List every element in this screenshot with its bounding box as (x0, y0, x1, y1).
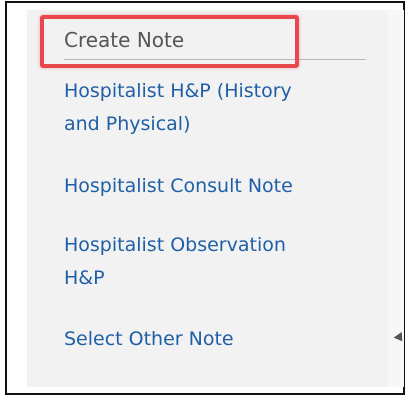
highlight-box (40, 15, 299, 68)
menu-item-hospitalist-observation-hp-line-1: Hospitalist Observation (64, 234, 286, 256)
menu-item-hospitalist-hp[interactable]: Hospitalist H&P (History and Physical) (64, 75, 292, 141)
menu-item-hospitalist-consult-note-label: Hospitalist Consult Note (64, 175, 293, 197)
menu-item-hospitalist-observation-hp[interactable]: Hospitalist Observation H&P (64, 229, 286, 295)
menu-item-hospitalist-observation-hp-line-2: H&P (64, 267, 105, 289)
menu-scrollbar[interactable] (388, 10, 404, 387)
menu-item-hospitalist-hp-line-2: and Physical) (64, 113, 191, 135)
menu-item-select-other-note[interactable]: Select Other Note (64, 323, 234, 356)
menu-item-hospitalist-consult-note[interactable]: Hospitalist Consult Note (64, 170, 293, 203)
menu-item-hospitalist-hp-line-1: Hospitalist H&P (History (64, 80, 292, 102)
menu-item-select-other-note-label: Select Other Note (64, 328, 234, 350)
